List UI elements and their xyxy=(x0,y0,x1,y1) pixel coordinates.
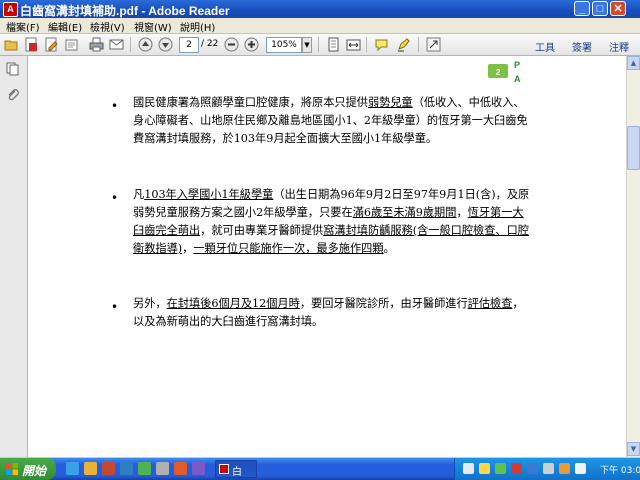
page-total-label: / 22 xyxy=(201,39,219,49)
window-title: 白齒窩溝封填補助.pdf - Adobe Reader xyxy=(20,4,230,18)
email-icon[interactable] xyxy=(109,37,124,52)
tray-app-icon[interactable] xyxy=(495,463,506,474)
underlined-text: 評估檢查 xyxy=(467,297,513,310)
media-player-icon[interactable] xyxy=(102,462,115,475)
start-button[interactable]: 開始 xyxy=(0,458,56,480)
underlined-text: 一顆牙位只能施作一次，最多施作四顆 xyxy=(193,242,384,255)
bullet-point: • xyxy=(111,191,119,205)
paragraph-3: 另外，在封填後6個月及12個月時，要回牙醫院診所，由牙醫師進行評估檢查，以及為新… xyxy=(133,295,533,331)
tray-app-icon[interactable] xyxy=(559,463,570,474)
ie-browser-icon[interactable] xyxy=(66,462,79,475)
toolbar-separator xyxy=(366,37,367,52)
bullet-point: • xyxy=(111,99,119,113)
paragraph-text: 凡 xyxy=(133,188,145,201)
underlined-text: 在封填後6個月及12個月時 xyxy=(166,297,300,310)
maximize-button[interactable]: □ xyxy=(592,1,608,16)
bullet-point: • xyxy=(111,300,119,314)
paragraph-text: 國民健康署為照顧學童口腔健康，將原本只提供 xyxy=(133,96,368,109)
toolbar-separator xyxy=(418,37,419,52)
logo-letter-a: A xyxy=(514,74,521,84)
create-pdf-icon[interactable] xyxy=(24,37,39,52)
menu-view[interactable]: 檢視(V) xyxy=(90,19,125,34)
menu-bar: 檔案(F) 編輯(E) 檢視(V) 視窗(W) 說明(H) xyxy=(0,18,640,34)
paragraph-text: ，就可由專業牙醫師提供 xyxy=(200,224,324,237)
zoom-dropdown-chevron-icon[interactable]: ▼ xyxy=(302,37,312,53)
toolbar-separator xyxy=(130,37,131,52)
system-tray: 下午 03:06 xyxy=(454,458,640,480)
zoom-out-icon[interactable] xyxy=(224,37,239,52)
comment-pane-button[interactable]: 注釋 xyxy=(609,39,629,54)
share-icon[interactable] xyxy=(64,37,79,52)
paragraph-text: 。 xyxy=(383,242,395,255)
edit-pdf-icon[interactable] xyxy=(44,37,59,52)
open-folder-icon[interactable] xyxy=(4,37,19,52)
logo-letter-p: P xyxy=(514,60,521,70)
desktop-icon[interactable] xyxy=(156,462,169,475)
toolbar: 2 / 22 105% ▼ 工具 簽署 注釋 xyxy=(0,34,640,56)
document-viewport[interactable]: 2 P A • 國民健康署為照顧學童口腔健康，將原本只提供弱勢兒童（低收入、中低… xyxy=(28,56,626,457)
minimize-button[interactable]: _ xyxy=(574,1,590,16)
taskbar: 開始 白 下午 03:06 xyxy=(0,458,640,480)
title-bar: A 白齒窩溝封填補助.pdf - Adobe Reader _ □ ✕ xyxy=(0,0,640,18)
menu-window[interactable]: 視窗(W) xyxy=(134,19,172,34)
svg-text:2: 2 xyxy=(496,68,501,77)
quick-launch-app-icon[interactable] xyxy=(138,462,151,475)
page-thumbnails-icon[interactable] xyxy=(6,62,20,76)
vertical-scrollbar[interactable]: ▲ ▼ xyxy=(626,56,640,457)
folder-icon[interactable] xyxy=(84,462,97,475)
security-shield-icon[interactable] xyxy=(511,463,522,474)
scroll-up-arrow-icon[interactable]: ▲ xyxy=(627,56,640,70)
volume-speaker-icon[interactable] xyxy=(575,463,586,474)
next-page-icon[interactable] xyxy=(158,37,173,52)
adobe-reader-app-icon[interactable]: A xyxy=(3,2,18,17)
print-icon[interactable] xyxy=(89,37,104,52)
messenger-icon[interactable] xyxy=(120,462,133,475)
scroll-down-arrow-icon[interactable]: ▼ xyxy=(627,442,640,456)
pdf-page: 2 P A • 國民健康署為照顧學童口腔健康，將原本只提供弱勢兒童（低收入、中低… xyxy=(28,56,626,457)
menu-help[interactable]: 說明(H) xyxy=(180,19,215,34)
paragraph-1: 國民健康署為照顧學童口腔健康，將原本只提供弱勢兒童（低收入、中低收入、身心障礙者… xyxy=(133,94,533,148)
expand-icon[interactable] xyxy=(426,37,441,52)
document-logo: 2 P A xyxy=(484,58,532,92)
tools-pane-button[interactable]: 工具 xyxy=(535,39,555,54)
zoom-in-icon[interactable] xyxy=(244,37,259,52)
navigation-panel xyxy=(0,56,28,457)
underlined-text: 滿6歲至未滿9歲期間 xyxy=(352,206,457,219)
page-number-input[interactable]: 2 xyxy=(179,37,199,53)
toolbar-separator xyxy=(318,37,319,52)
menu-edit[interactable]: 編輯(E) xyxy=(48,19,82,34)
paragraph-text: 另外， xyxy=(133,297,167,310)
start-label: 開始 xyxy=(22,464,47,478)
scrollbar-thumb[interactable] xyxy=(627,126,640,170)
fit-width-icon[interactable] xyxy=(346,37,361,52)
clock: 下午 03:06 xyxy=(600,466,640,476)
underlined-text: 103年入學國小1年級學童 xyxy=(144,188,274,201)
task-button-label: 白 xyxy=(232,467,242,478)
sign-pane-button[interactable]: 簽署 xyxy=(572,39,592,54)
menu-file[interactable]: 檔案(F) xyxy=(6,19,40,34)
zoom-level-input[interactable]: 105% xyxy=(266,37,302,53)
highlight-pen-icon[interactable] xyxy=(396,37,411,52)
windows-flag-icon xyxy=(6,463,18,475)
close-button[interactable]: ✕ xyxy=(610,1,626,16)
paragraph-text: ，要回牙醫院診所，由牙醫師進行 xyxy=(299,297,468,310)
paragraph-text: ， xyxy=(182,242,194,255)
attachments-paperclip-icon[interactable] xyxy=(6,88,20,102)
firefox-icon[interactable] xyxy=(174,462,187,475)
comment-bubble-icon[interactable] xyxy=(374,37,389,52)
paragraph-2: 凡103年入學國小1年級學童（出生日期為96年9月2日至97年9月1日(含)，及… xyxy=(133,186,533,258)
quick-launch-app-icon[interactable] xyxy=(192,462,205,475)
network-icon[interactable] xyxy=(527,463,538,474)
paragraph-text: ， xyxy=(456,206,468,219)
previous-page-icon[interactable] xyxy=(138,37,153,52)
underlined-text: 弱勢兒童 xyxy=(367,96,413,109)
taskbar-adobe-reader-button[interactable]: 白 xyxy=(215,460,257,478)
tray-app-icon[interactable] xyxy=(479,463,490,474)
language-icon[interactable] xyxy=(463,463,474,474)
adobe-reader-task-icon xyxy=(219,464,229,474)
tray-app-icon[interactable] xyxy=(543,463,554,474)
fit-page-icon[interactable] xyxy=(326,37,341,52)
